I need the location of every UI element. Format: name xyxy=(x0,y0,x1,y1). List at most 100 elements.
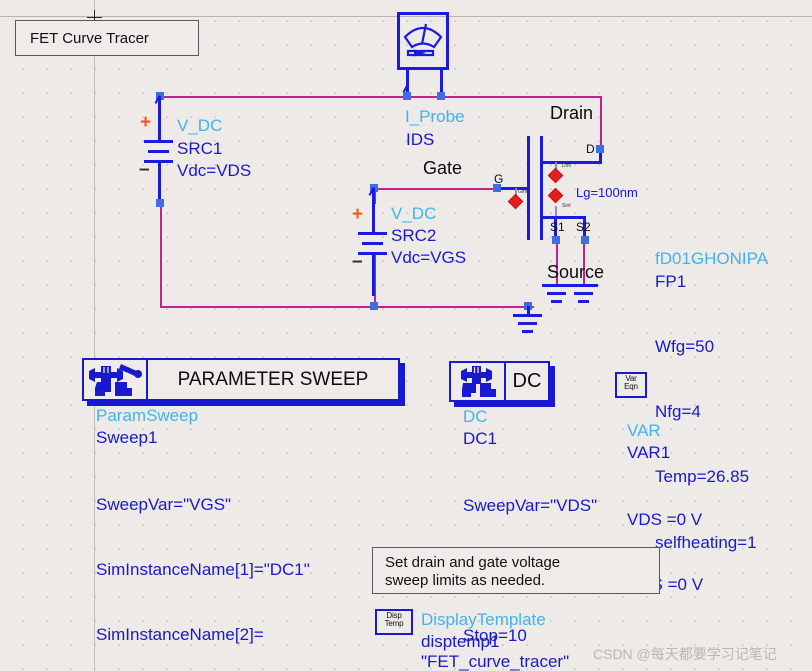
ground-s1-bar-1 xyxy=(542,284,571,287)
wire-bottom-rail[interactable] xyxy=(160,306,534,308)
src2-plus-sign: + xyxy=(352,204,364,225)
param-sweep-instance-label: Sweep1 xyxy=(96,428,158,447)
gear-icon xyxy=(461,366,496,397)
parameter-sweep-title: PARAMETER SWEEP xyxy=(177,368,369,390)
i-probe-type-label: I_Probe xyxy=(405,107,465,126)
fet-channel-bar xyxy=(540,136,543,240)
ground-s2-bar-3 xyxy=(578,300,589,303)
src2-instance-label: SRC2 xyxy=(391,226,437,245)
i-probe-body[interactable] xyxy=(397,12,449,70)
node-fet-s1 xyxy=(552,236,560,244)
fet-drain-lead xyxy=(540,161,602,164)
src2-minus-sign: – xyxy=(352,251,363,272)
src1-lead-bottom xyxy=(158,160,161,204)
note-text-box[interactable]: Set drain and gate voltage sweep limits … xyxy=(372,547,660,594)
var-instance-label: VAR1 xyxy=(627,443,671,462)
fet-gint-label: Gint xyxy=(518,189,528,195)
ground-s1-bar-2 xyxy=(547,292,566,295)
net-label-source: Source xyxy=(547,262,605,282)
dc-sweepvar: SweepVar="VDS" xyxy=(463,495,598,515)
ammeter-dial-icon xyxy=(403,23,443,57)
src2-lead-bottom xyxy=(372,252,375,296)
display-template-icon-line2: Temp xyxy=(384,619,404,629)
ruler-vertical-line xyxy=(94,0,95,671)
display-template-instance-label: disptemp1 xyxy=(421,632,500,651)
param-sweep-siminstance-2: SimInstanceName[2]= xyxy=(96,625,264,645)
fet-gint-marker-icon xyxy=(507,193,524,210)
parameter-sweep-body[interactable]: PARAMETER SWEEP xyxy=(82,358,400,401)
dc-block-body[interactable]: DC xyxy=(449,361,550,402)
ground-bottom-bar-3 xyxy=(522,330,533,333)
fet-sint-label: Sint xyxy=(562,203,571,209)
src1-plate-2 xyxy=(148,150,169,153)
dc-type-label: DC xyxy=(463,407,488,426)
wire-gate-run[interactable] xyxy=(374,188,497,190)
fet-dint-marker-icon xyxy=(547,167,564,184)
title-text: FET Curve Tracer xyxy=(30,29,149,47)
node-probe-right xyxy=(437,92,445,100)
ground-bottom-bar-2 xyxy=(518,322,537,325)
wire-drain-drop[interactable] xyxy=(600,96,602,149)
display-template-icon-box[interactable]: Disp Temp xyxy=(375,609,413,635)
src1-instance-label: SRC1 xyxy=(177,139,223,158)
node-probe-left xyxy=(403,92,411,100)
fet-lg-label: Lg=100nm xyxy=(576,185,638,200)
fet-pin-label-d: D xyxy=(586,142,595,156)
net-label-gate: Gate xyxy=(423,158,463,178)
src1-minus-sign: – xyxy=(139,159,150,180)
fet-source-lead xyxy=(540,216,586,219)
device-param-nfg: Nfg=4 xyxy=(655,401,701,421)
ground-s2-bar-2 xyxy=(574,292,593,295)
wire-top-rail[interactable] xyxy=(160,96,602,98)
var-eqn-icon-line2: Eqn xyxy=(624,382,638,392)
dc-block-icon-cell xyxy=(451,363,506,400)
title-text-box[interactable]: FET Curve Tracer xyxy=(15,20,199,56)
parameter-sweep-icon-cell xyxy=(84,360,148,399)
fet-sint-marker-icon xyxy=(547,187,564,204)
device-param-wfg: Wfg=50 xyxy=(655,336,715,356)
display-template-type-label: DisplayTemplate xyxy=(421,610,546,629)
src2-plate-1 xyxy=(358,232,387,235)
i-probe-instance-label: IDS xyxy=(406,130,435,149)
param-sweep-sweepvar: SweepVar="VGS" xyxy=(96,494,232,514)
src2-value-label: Vdc=VGS xyxy=(391,248,467,267)
param-sweep-type-label: ParamSweep xyxy=(96,406,199,425)
dc-simulation-block[interactable]: DC xyxy=(449,361,555,407)
node-src2-bottom xyxy=(370,302,378,310)
parameter-sweep-block[interactable]: PARAMETER SWEEP xyxy=(82,358,405,406)
var-eqn-icon-box[interactable]: Var Eqn xyxy=(615,372,647,398)
src1-plus-sign: + xyxy=(140,112,152,133)
ground-s2-bar-1 xyxy=(569,284,598,287)
csdn-watermark: CSDN @每天都要学习记笔记 xyxy=(593,646,777,662)
src2-plate-2 xyxy=(362,242,383,245)
src2-type-label: V_DC xyxy=(391,204,437,223)
src1-value-label: Vdc=VDS xyxy=(177,161,252,180)
wire-src1-return[interactable] xyxy=(160,200,162,308)
var-type-label: VAR xyxy=(627,421,661,440)
schematic-canvas[interactable]: FET Curve Tracer I_Probe IDS + – V_DC SR xyxy=(0,0,812,671)
src1-plate-1 xyxy=(144,140,173,143)
fet-pin-label-s2: S2 xyxy=(576,220,591,234)
dc-block-title: DC xyxy=(512,370,542,392)
var-vds: VDS =0 V xyxy=(627,509,703,529)
net-label-drain: Drain xyxy=(550,103,594,123)
node-fet-s2 xyxy=(581,236,589,244)
note-line-2: sweep limits as needed. xyxy=(385,572,546,590)
ground-bottom-bar-1 xyxy=(513,314,542,317)
fet-sint-stub xyxy=(555,206,557,216)
param-sweep-siminstance-1: SimInstanceName[1]="DC1" xyxy=(96,559,310,579)
note-line-1: Set drain and gate voltage xyxy=(385,554,561,571)
src1-type-label: V_DC xyxy=(177,116,223,135)
fet-pin-label-g: G xyxy=(494,172,504,186)
device-instance-label: FP1 xyxy=(655,272,687,291)
node-fet-drain xyxy=(596,145,604,153)
device-model-label: fD01GHONIPA xyxy=(655,249,769,268)
fet-dint-label: Dint xyxy=(562,163,571,169)
node-src1-bottom xyxy=(156,199,164,207)
display-template-value-label: "FET_curve_tracer" xyxy=(421,652,570,671)
ground-s1-bar-3 xyxy=(551,300,562,303)
fet-pin-label-s1: S1 xyxy=(550,220,565,234)
dc-instance-label: DC1 xyxy=(463,429,498,448)
gear-wrench-icon xyxy=(89,364,142,396)
param-sweep-param-list: SweepVar="VGS" SimInstanceName[1]="DC1" … xyxy=(96,450,310,671)
